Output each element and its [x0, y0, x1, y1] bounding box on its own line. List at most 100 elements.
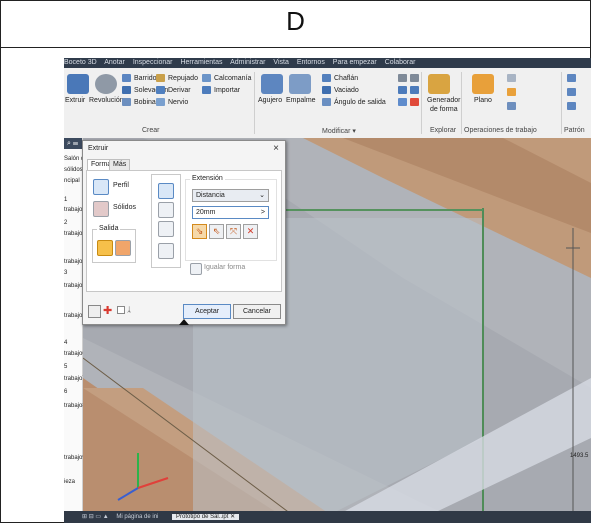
sweep-button[interactable]: Barrido: [122, 74, 157, 82]
preview-checkbox[interactable]: [117, 306, 125, 314]
browser-item[interactable]: ieza: [64, 479, 75, 485]
menu-item[interactable]: Herramientas: [180, 59, 222, 66]
browser-item[interactable]: 6: [64, 389, 67, 395]
work-axis-button[interactable]: [507, 74, 519, 82]
point-icon: [507, 88, 516, 96]
new-solid-icon[interactable]: [158, 243, 174, 259]
chamfer-button[interactable]: Chaflán: [322, 74, 358, 82]
close-icon[interactable]: ×: [273, 143, 279, 154]
match-shape-label: Igualar forma: [204, 264, 246, 271]
menu-item[interactable]: Entornos: [297, 59, 325, 66]
close-icon[interactable]: ✕: [230, 514, 235, 520]
decal-icon: [202, 74, 211, 82]
add-icon[interactable]: ✚: [103, 304, 112, 317]
modify-extra-tools[interactable]: [398, 74, 422, 82]
tool-icon: [410, 98, 419, 106]
direction-flipped-icon[interactable]: ⇖: [209, 224, 224, 239]
fillet-button[interactable]: Empalme: [286, 97, 316, 104]
extrude-dialog: Extruir × Forma Más Perfil Sólidos Salid…: [82, 140, 286, 325]
cut-icon[interactable]: [158, 202, 174, 218]
dialog-panel: Perfil Sólidos Salida Extensión Distanci…: [86, 170, 282, 292]
browser-item[interactable]: 4: [64, 340, 67, 346]
extent-type-select[interactable]: Distancia ⌄: [192, 189, 269, 202]
hole-icon[interactable]: [261, 74, 283, 94]
doc-tab-home[interactable]: Mi página de ini: [116, 514, 158, 520]
profile-label: Perfil: [113, 182, 129, 189]
mirror-icon: [567, 102, 576, 110]
extrude-button[interactable]: Extruir: [65, 97, 85, 104]
menu-item[interactable]: Colaborar: [385, 59, 416, 66]
inventor-screenshot: Boceto 3D Anotar Inspeccionar Herramient…: [64, 58, 591, 523]
browser-item[interactable]: 1: [64, 197, 67, 203]
menu-item[interactable]: Inspeccionar: [133, 59, 173, 66]
ok-button[interactable]: Aceptar: [183, 304, 231, 319]
rect-pattern-button[interactable]: [567, 74, 579, 82]
revolve-icon[interactable]: [95, 74, 117, 94]
fillet-icon[interactable]: [289, 74, 311, 94]
modify-extra-tools[interactable]: [398, 86, 422, 94]
extrude-icon[interactable]: [67, 74, 89, 94]
profile-cursor-icon[interactable]: [93, 179, 109, 195]
tool-icon: [410, 74, 419, 82]
solids-cursor-icon[interactable]: [93, 201, 109, 217]
revolve-button[interactable]: Revolución: [89, 97, 124, 104]
extent-legend: Extensión: [190, 175, 225, 182]
preview-toggle[interactable]: ᛣ: [117, 306, 131, 314]
mirror-button[interactable]: [567, 102, 579, 110]
coil-button[interactable]: Bobina: [122, 98, 156, 106]
operation-group: [151, 174, 181, 268]
menu-bar: Boceto 3D Anotar Inspeccionar Herramient…: [64, 58, 591, 68]
menu-item[interactable]: Para empezar: [333, 59, 377, 66]
model-browser: ⌕ ☰ Salón de One sólidos(1) ncipal 1 tra…: [64, 138, 101, 523]
browser-item[interactable]: 3: [64, 270, 67, 276]
search-icon[interactable]: ⌕ ☰: [67, 140, 78, 147]
chevron-right-icon: >: [260, 209, 265, 216]
rib-icon: [156, 98, 165, 106]
plane-button[interactable]: Plano: [474, 97, 492, 104]
direction-default-icon[interactable]: ⇘: [192, 224, 207, 239]
rib-button[interactable]: Nervio: [156, 98, 188, 106]
hole-button[interactable]: Agujero: [258, 97, 282, 104]
shape-generator-line1[interactable]: Generador: [427, 97, 460, 104]
intersect-icon[interactable]: [158, 221, 174, 237]
direction-asymmetric-icon[interactable]: ✕: [243, 224, 258, 239]
modify-extra-tools[interactable]: [398, 98, 422, 106]
header-divider: [0, 47, 591, 48]
loft-icon: [122, 86, 131, 94]
menu-item[interactable]: Vista: [273, 59, 288, 66]
menu-item[interactable]: Boceto 3D: [64, 59, 97, 66]
tab-controls-icon[interactable]: ⊞ ⊟ ▭ ▲: [82, 514, 109, 520]
browser-item[interactable]: 2: [64, 220, 67, 226]
distance-input[interactable]: 20mm >: [192, 206, 269, 219]
direction-symmetric-icon[interactable]: ⤧: [226, 224, 241, 239]
shape-generator-line2[interactable]: de forma: [430, 106, 458, 113]
cancel-button[interactable]: Cancelar: [233, 304, 281, 319]
help-icon[interactable]: [88, 305, 101, 318]
emboss-button[interactable]: Repujado: [156, 74, 198, 82]
draft-button[interactable]: Ángulo de salida: [322, 98, 386, 106]
menu-item[interactable]: Administrar: [230, 59, 265, 66]
solids-label: Sólidos: [113, 204, 136, 211]
ucs-button[interactable]: [507, 102, 519, 110]
menu-item[interactable]: Anotar: [104, 59, 125, 66]
ribbon-separator: [461, 72, 462, 134]
browser-item[interactable]: ncipal: [64, 178, 80, 184]
circ-pattern-button[interactable]: [567, 88, 579, 96]
shape-generator-icon[interactable]: [428, 74, 450, 94]
work-point-button[interactable]: [507, 88, 519, 96]
shell-icon: [322, 86, 331, 94]
join-icon[interactable]: [158, 183, 174, 199]
match-shape-checkbox[interactable]: [190, 263, 202, 275]
browser-item[interactable]: 5: [64, 364, 67, 370]
decal-button[interactable]: Calcomanía: [202, 74, 251, 82]
expand-arrow-icon[interactable]: [179, 319, 189, 325]
import-button[interactable]: Importar: [202, 86, 240, 94]
derive-button[interactable]: Derivar: [156, 86, 191, 94]
surface-output-icon[interactable]: [115, 240, 131, 256]
tool-icon: [410, 86, 419, 94]
solid-output-icon[interactable]: [97, 240, 113, 256]
plane-icon[interactable]: [472, 74, 494, 94]
modify-group-label: Modificar ▾: [322, 128, 356, 135]
shell-button[interactable]: Vaciado: [322, 86, 359, 94]
doc-tab-active[interactable]: Prototipo de Sal..ipt ✕: [172, 514, 240, 520]
